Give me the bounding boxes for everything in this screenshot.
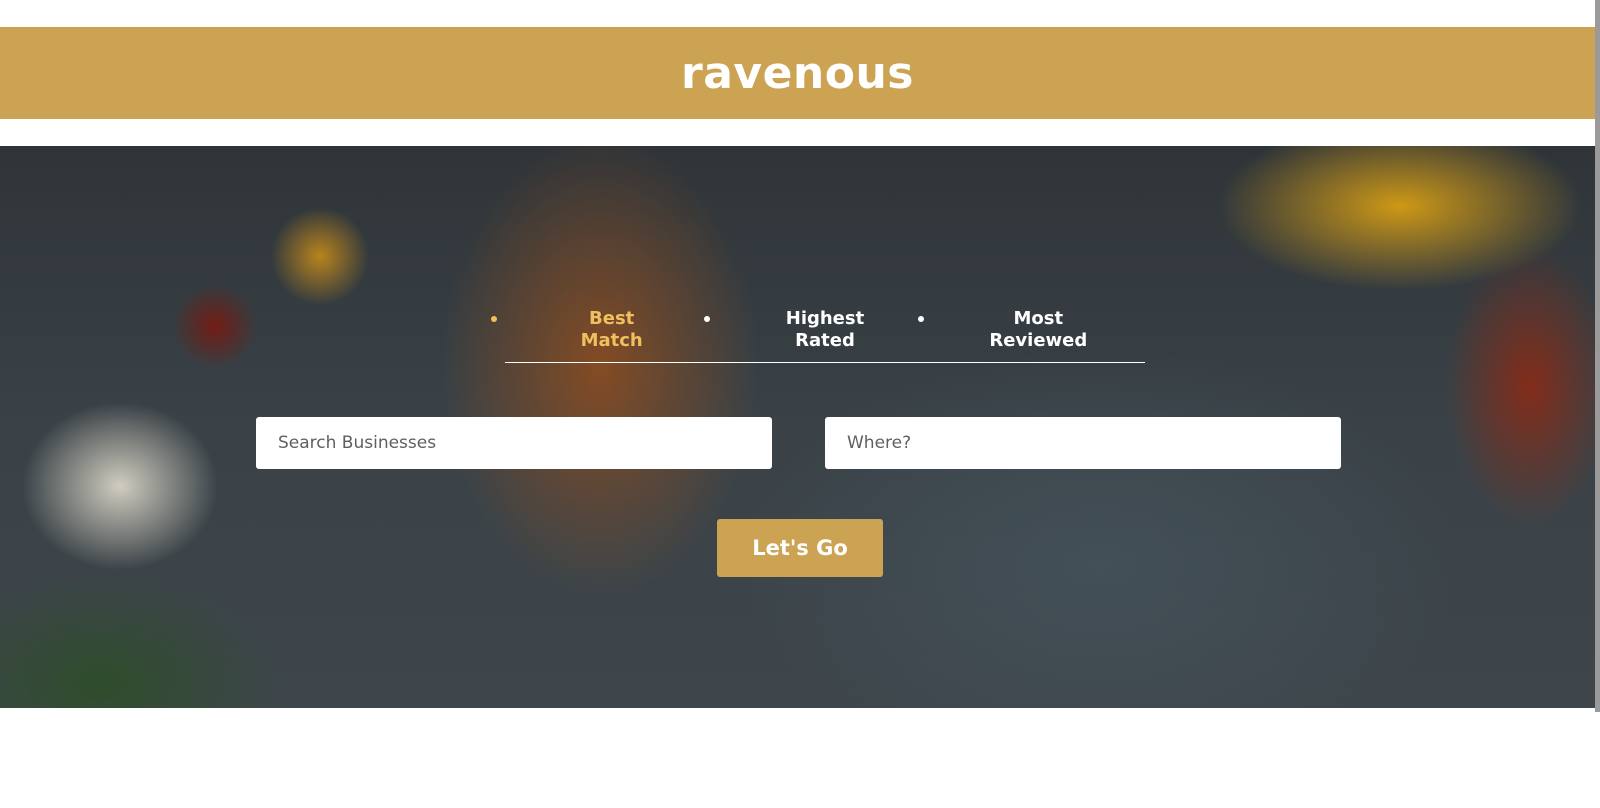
sort-options-nav: Best Match Highest Rated Most Reviewed — [491, 308, 1145, 363]
sort-options-list: Best Match Highest Rated Most Reviewed — [491, 308, 1145, 352]
sort-option-label: Best Match — [580, 308, 643, 351]
search-hero: Best Match Highest Rated Most Reviewed L… — [0, 146, 1595, 708]
bullet-icon — [491, 316, 497, 322]
sort-option-highest-rated[interactable]: Highest Rated — [704, 308, 931, 352]
location-input[interactable] — [825, 417, 1341, 469]
lets-go-button[interactable]: Let's Go — [717, 519, 883, 577]
app-logo: ravenous — [681, 47, 914, 99]
sort-option-label: Most Reviewed — [989, 308, 1088, 351]
sort-option-label: Highest Rated — [785, 308, 865, 351]
app-header: ravenous — [0, 27, 1595, 119]
business-search-input[interactable] — [256, 417, 772, 469]
sort-option-most-reviewed[interactable]: Most Reviewed — [917, 308, 1145, 352]
bullet-icon — [917, 316, 924, 322]
scrollbar[interactable] — [1595, 0, 1600, 712]
sort-option-best-match[interactable]: Best Match — [491, 308, 718, 352]
